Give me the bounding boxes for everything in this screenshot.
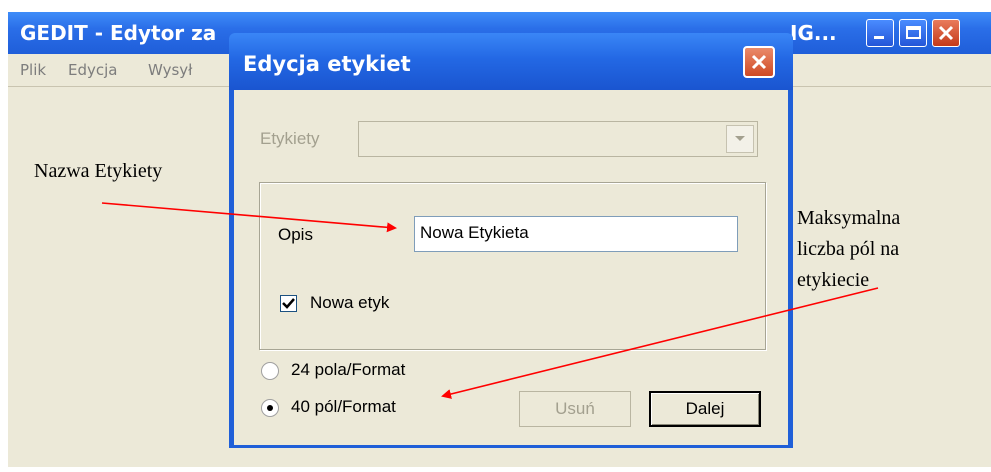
opis-input[interactable]: Nowa Etykieta (414, 216, 738, 252)
dialog-body: Etykiety Opis Nowa Etykieta Nowa etyk 24… (234, 90, 788, 445)
main-window-title: GEDIT - Edytor za (20, 21, 217, 45)
dialog-titlebar: Edycja etykiet (229, 33, 793, 90)
menu-plik[interactable]: Plik (20, 61, 46, 79)
nowa-etykieta-checkbox[interactable] (280, 295, 297, 312)
radio-24-pola-label: 24 pola/Format (291, 360, 406, 379)
maximize-button[interactable] (899, 19, 927, 47)
radio-selected-dot (267, 405, 273, 411)
opis-input-value: Nowa Etykieta (420, 223, 529, 242)
checkmark-icon (282, 298, 295, 309)
minimize-icon (874, 36, 884, 39)
annotation-nazwa-etykiety: Nazwa Etykiety (34, 160, 163, 182)
label-group-box (259, 182, 766, 350)
menu-wysylanie[interactable]: Wysył (148, 61, 192, 79)
close-icon (938, 25, 954, 41)
annotation-line: Maksymalna (797, 207, 901, 229)
etykiety-label: Etykiety (260, 129, 320, 148)
main-close-button[interactable] (932, 19, 960, 47)
close-icon (751, 54, 767, 70)
main-window-title-tail: IG... (790, 21, 837, 45)
maximize-icon (906, 26, 921, 39)
dalej-button[interactable]: Dalej (649, 391, 761, 427)
etykiety-combobox[interactable] (358, 121, 758, 157)
minimize-button[interactable] (866, 19, 894, 47)
annotation-maksymalna-liczba: Maksymalna liczba pól na etykiecie (797, 203, 900, 296)
dropdown-button[interactable] (726, 125, 754, 153)
opis-label: Opis (278, 225, 313, 244)
chevron-down-icon (735, 136, 745, 141)
annotation-line: etykiecie (797, 269, 870, 291)
radio-40-pol[interactable] (261, 399, 279, 417)
dialog-title: Edycja etykiet (243, 52, 411, 76)
radio-24-pola[interactable] (261, 362, 279, 380)
dialog-close-button[interactable] (743, 46, 775, 78)
annotation-line: liczba pól na (797, 238, 900, 260)
edycja-etykiet-dialog: Edycja etykiet Etykiety Opis Nowa Etykie… (229, 33, 793, 448)
radio-40-pol-label: 40 pól/Format (291, 397, 396, 416)
nowa-etykieta-label: Nowa etyk (310, 293, 390, 312)
menu-edycja[interactable]: Edycja (68, 61, 117, 79)
usun-button[interactable]: Usuń (519, 391, 631, 427)
